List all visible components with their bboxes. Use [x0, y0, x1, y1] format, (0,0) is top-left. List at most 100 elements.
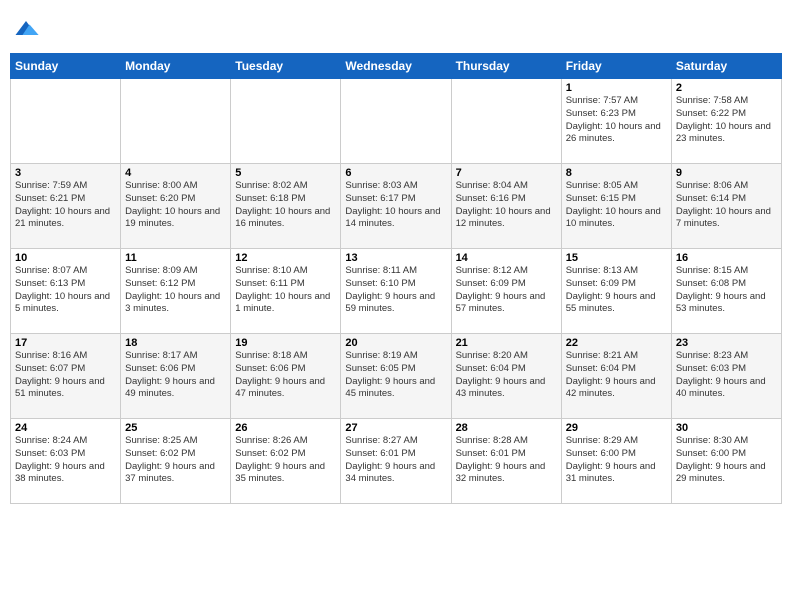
calendar-cell [341, 79, 451, 164]
day-number: 13 [345, 252, 446, 264]
day-number: 20 [345, 337, 446, 349]
day-number: 14 [456, 252, 557, 264]
calendar-table: SundayMondayTuesdayWednesdayThursdayFrid… [10, 53, 782, 504]
calendar-cell: 4Sunrise: 8:00 AM Sunset: 6:20 PM Daylig… [121, 164, 231, 249]
day-number: 3 [15, 167, 116, 179]
day-number: 27 [345, 422, 446, 434]
calendar-cell: 15Sunrise: 8:13 AM Sunset: 6:09 PM Dayli… [561, 249, 671, 334]
calendar-cell: 5Sunrise: 8:02 AM Sunset: 6:18 PM Daylig… [231, 164, 341, 249]
calendar-cell: 11Sunrise: 8:09 AM Sunset: 6:12 PM Dayli… [121, 249, 231, 334]
day-info: Sunrise: 8:02 AM Sunset: 6:18 PM Dayligh… [235, 180, 336, 231]
day-header-monday: Monday [121, 54, 231, 79]
calendar-cell: 19Sunrise: 8:18 AM Sunset: 6:06 PM Dayli… [231, 334, 341, 419]
day-info: Sunrise: 8:27 AM Sunset: 6:01 PM Dayligh… [345, 435, 446, 486]
day-info: Sunrise: 8:13 AM Sunset: 6:09 PM Dayligh… [566, 265, 667, 316]
calendar-cell: 1Sunrise: 7:57 AM Sunset: 6:23 PM Daylig… [561, 79, 671, 164]
day-number: 5 [235, 167, 336, 179]
calendar-cell: 20Sunrise: 8:19 AM Sunset: 6:05 PM Dayli… [341, 334, 451, 419]
day-info: Sunrise: 8:23 AM Sunset: 6:03 PM Dayligh… [676, 350, 777, 401]
day-number: 7 [456, 167, 557, 179]
day-info: Sunrise: 8:20 AM Sunset: 6:04 PM Dayligh… [456, 350, 557, 401]
calendar-cell: 23Sunrise: 8:23 AM Sunset: 6:03 PM Dayli… [671, 334, 781, 419]
day-info: Sunrise: 8:25 AM Sunset: 6:02 PM Dayligh… [125, 435, 226, 486]
day-header-saturday: Saturday [671, 54, 781, 79]
day-info: Sunrise: 8:24 AM Sunset: 6:03 PM Dayligh… [15, 435, 116, 486]
day-number: 8 [566, 167, 667, 179]
calendar-cell: 14Sunrise: 8:12 AM Sunset: 6:09 PM Dayli… [451, 249, 561, 334]
calendar-week-row: 24Sunrise: 8:24 AM Sunset: 6:03 PM Dayli… [11, 419, 782, 504]
day-number: 21 [456, 337, 557, 349]
day-number: 26 [235, 422, 336, 434]
day-number: 25 [125, 422, 226, 434]
calendar-cell: 17Sunrise: 8:16 AM Sunset: 6:07 PM Dayli… [11, 334, 121, 419]
day-number: 24 [15, 422, 116, 434]
day-number: 12 [235, 252, 336, 264]
calendar-cell: 8Sunrise: 8:05 AM Sunset: 6:15 PM Daylig… [561, 164, 671, 249]
calendar-header-row: SundayMondayTuesdayWednesdayThursdayFrid… [11, 54, 782, 79]
day-number: 9 [676, 167, 777, 179]
calendar-cell [231, 79, 341, 164]
calendar-cell: 13Sunrise: 8:11 AM Sunset: 6:10 PM Dayli… [341, 249, 451, 334]
calendar-cell [121, 79, 231, 164]
day-info: Sunrise: 8:28 AM Sunset: 6:01 PM Dayligh… [456, 435, 557, 486]
day-info: Sunrise: 8:10 AM Sunset: 6:11 PM Dayligh… [235, 265, 336, 316]
day-info: Sunrise: 8:09 AM Sunset: 6:12 PM Dayligh… [125, 265, 226, 316]
day-info: Sunrise: 8:26 AM Sunset: 6:02 PM Dayligh… [235, 435, 336, 486]
day-number: 6 [345, 167, 446, 179]
day-number: 2 [676, 82, 777, 94]
day-number: 22 [566, 337, 667, 349]
calendar-cell: 24Sunrise: 8:24 AM Sunset: 6:03 PM Dayli… [11, 419, 121, 504]
day-info: Sunrise: 8:19 AM Sunset: 6:05 PM Dayligh… [345, 350, 446, 401]
logo [10, 14, 40, 47]
day-info: Sunrise: 7:57 AM Sunset: 6:23 PM Dayligh… [566, 95, 667, 146]
calendar-cell [11, 79, 121, 164]
day-info: Sunrise: 8:21 AM Sunset: 6:04 PM Dayligh… [566, 350, 667, 401]
calendar-cell: 7Sunrise: 8:04 AM Sunset: 6:16 PM Daylig… [451, 164, 561, 249]
day-info: Sunrise: 8:16 AM Sunset: 6:07 PM Dayligh… [15, 350, 116, 401]
day-info: Sunrise: 7:59 AM Sunset: 6:21 PM Dayligh… [15, 180, 116, 231]
calendar-cell: 28Sunrise: 8:28 AM Sunset: 6:01 PM Dayli… [451, 419, 561, 504]
day-info: Sunrise: 8:11 AM Sunset: 6:10 PM Dayligh… [345, 265, 446, 316]
calendar-week-row: 1Sunrise: 7:57 AM Sunset: 6:23 PM Daylig… [11, 79, 782, 164]
calendar-week-row: 17Sunrise: 8:16 AM Sunset: 6:07 PM Dayli… [11, 334, 782, 419]
calendar-cell [451, 79, 561, 164]
calendar-cell: 9Sunrise: 8:06 AM Sunset: 6:14 PM Daylig… [671, 164, 781, 249]
day-info: Sunrise: 8:18 AM Sunset: 6:06 PM Dayligh… [235, 350, 336, 401]
day-info: Sunrise: 8:29 AM Sunset: 6:00 PM Dayligh… [566, 435, 667, 486]
calendar-cell: 16Sunrise: 8:15 AM Sunset: 6:08 PM Dayli… [671, 249, 781, 334]
day-number: 15 [566, 252, 667, 264]
day-info: Sunrise: 8:15 AM Sunset: 6:08 PM Dayligh… [676, 265, 777, 316]
day-number: 10 [15, 252, 116, 264]
day-info: Sunrise: 8:00 AM Sunset: 6:20 PM Dayligh… [125, 180, 226, 231]
day-header-thursday: Thursday [451, 54, 561, 79]
day-info: Sunrise: 7:58 AM Sunset: 6:22 PM Dayligh… [676, 95, 777, 146]
day-header-friday: Friday [561, 54, 671, 79]
day-info: Sunrise: 8:17 AM Sunset: 6:06 PM Dayligh… [125, 350, 226, 401]
day-number: 18 [125, 337, 226, 349]
day-info: Sunrise: 8:05 AM Sunset: 6:15 PM Dayligh… [566, 180, 667, 231]
calendar-cell: 10Sunrise: 8:07 AM Sunset: 6:13 PM Dayli… [11, 249, 121, 334]
day-header-wednesday: Wednesday [341, 54, 451, 79]
day-number: 30 [676, 422, 777, 434]
day-info: Sunrise: 8:06 AM Sunset: 6:14 PM Dayligh… [676, 180, 777, 231]
day-number: 4 [125, 167, 226, 179]
day-info: Sunrise: 8:04 AM Sunset: 6:16 PM Dayligh… [456, 180, 557, 231]
calendar-cell: 25Sunrise: 8:25 AM Sunset: 6:02 PM Dayli… [121, 419, 231, 504]
day-number: 16 [676, 252, 777, 264]
day-number: 28 [456, 422, 557, 434]
calendar-cell: 30Sunrise: 8:30 AM Sunset: 6:00 PM Dayli… [671, 419, 781, 504]
calendar-cell: 27Sunrise: 8:27 AM Sunset: 6:01 PM Dayli… [341, 419, 451, 504]
calendar-cell: 22Sunrise: 8:21 AM Sunset: 6:04 PM Dayli… [561, 334, 671, 419]
day-header-sunday: Sunday [11, 54, 121, 79]
day-number: 1 [566, 82, 667, 94]
day-number: 17 [15, 337, 116, 349]
calendar-cell: 2Sunrise: 7:58 AM Sunset: 6:22 PM Daylig… [671, 79, 781, 164]
day-number: 29 [566, 422, 667, 434]
day-info: Sunrise: 8:03 AM Sunset: 6:17 PM Dayligh… [345, 180, 446, 231]
day-info: Sunrise: 8:30 AM Sunset: 6:00 PM Dayligh… [676, 435, 777, 486]
calendar-cell: 29Sunrise: 8:29 AM Sunset: 6:00 PM Dayli… [561, 419, 671, 504]
calendar-cell: 6Sunrise: 8:03 AM Sunset: 6:17 PM Daylig… [341, 164, 451, 249]
calendar-week-row: 3Sunrise: 7:59 AM Sunset: 6:21 PM Daylig… [11, 164, 782, 249]
calendar-cell: 26Sunrise: 8:26 AM Sunset: 6:02 PM Dayli… [231, 419, 341, 504]
calendar-cell: 21Sunrise: 8:20 AM Sunset: 6:04 PM Dayli… [451, 334, 561, 419]
